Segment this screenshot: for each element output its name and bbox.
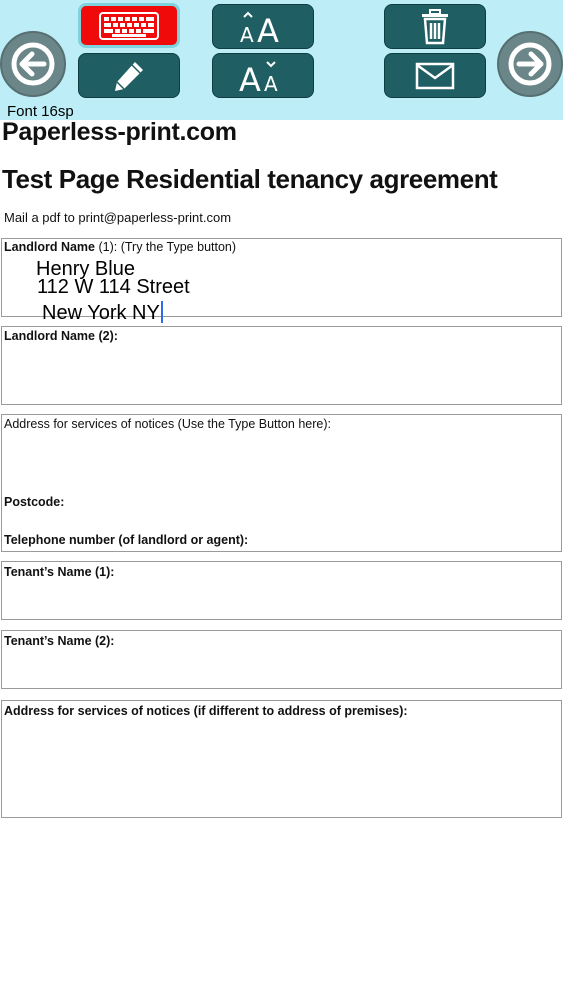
mail-instructions: Mail a pdf to print@paperless-print.com — [4, 210, 232, 225]
arrow-left-icon — [11, 42, 55, 86]
telephone-label: Telephone number (of landlord or agent): — [4, 533, 249, 547]
delete-button[interactable] — [384, 4, 486, 49]
tenant-name-2-field[interactable]: Tenant’s Name (2): — [1, 630, 562, 689]
svg-text:A: A — [239, 61, 261, 95]
typed-line-2: 112 W 114 Street — [37, 276, 190, 298]
notices-address-alt-label: Address for services of notices (if diff… — [4, 704, 408, 718]
font-larger-button[interactable]: A A — [212, 4, 314, 49]
font-smaller-button[interactable]: A A — [212, 53, 314, 98]
back-button[interactable] — [0, 31, 66, 97]
mail-button[interactable] — [384, 53, 486, 98]
site-title: Paperless-print.com — [2, 118, 237, 146]
keyboard-button[interactable] — [78, 3, 180, 48]
pen-button[interactable] — [78, 53, 180, 98]
landlord-name-1-label: Landlord Name (1): (Try the Type button) — [4, 240, 237, 254]
keyboard-icon — [99, 11, 159, 40]
landlord-name-2-label: Landlord Name (2): — [4, 329, 118, 343]
postcode-label: Postcode: — [4, 495, 65, 509]
landlord-name-1-field[interactable]: Landlord Name (1): (Try the Type button)… — [1, 238, 562, 324]
pencil-icon — [115, 61, 143, 91]
font-increase-icon: A A — [240, 11, 279, 46]
landlord-name-2-field[interactable]: Landlord Name (2): — [1, 326, 562, 405]
arrow-right-icon — [508, 42, 552, 86]
svg-text:A: A — [257, 12, 279, 46]
typed-line-3: New York NY — [42, 301, 163, 325]
toolbar: A A A A Font 16sp — [0, 0, 563, 120]
forward-button[interactable] — [497, 31, 563, 97]
notices-address-field[interactable]: Address for services of notices (Use the… — [1, 414, 562, 552]
tenant-name-2-label: Tenant’s Name (2): — [4, 634, 115, 648]
font-decrease-icon: A A — [239, 61, 278, 95]
svg-text:A: A — [240, 23, 254, 46]
notices-address-alt-field[interactable]: Address for services of notices (if diff… — [1, 700, 562, 818]
trash-icon — [422, 8, 448, 44]
notices-address-label: Address for services of notices (Use the… — [4, 417, 332, 431]
page-heading: Test Page Residential tenancy agreement — [2, 164, 498, 194]
tenant-name-1-field[interactable]: Tenant’s Name (1): — [1, 561, 562, 620]
text-cursor — [160, 301, 163, 323]
tenant-name-1-label: Tenant’s Name (1): — [4, 565, 115, 579]
svg-text:A: A — [264, 72, 278, 95]
envelope-icon — [415, 62, 455, 89]
